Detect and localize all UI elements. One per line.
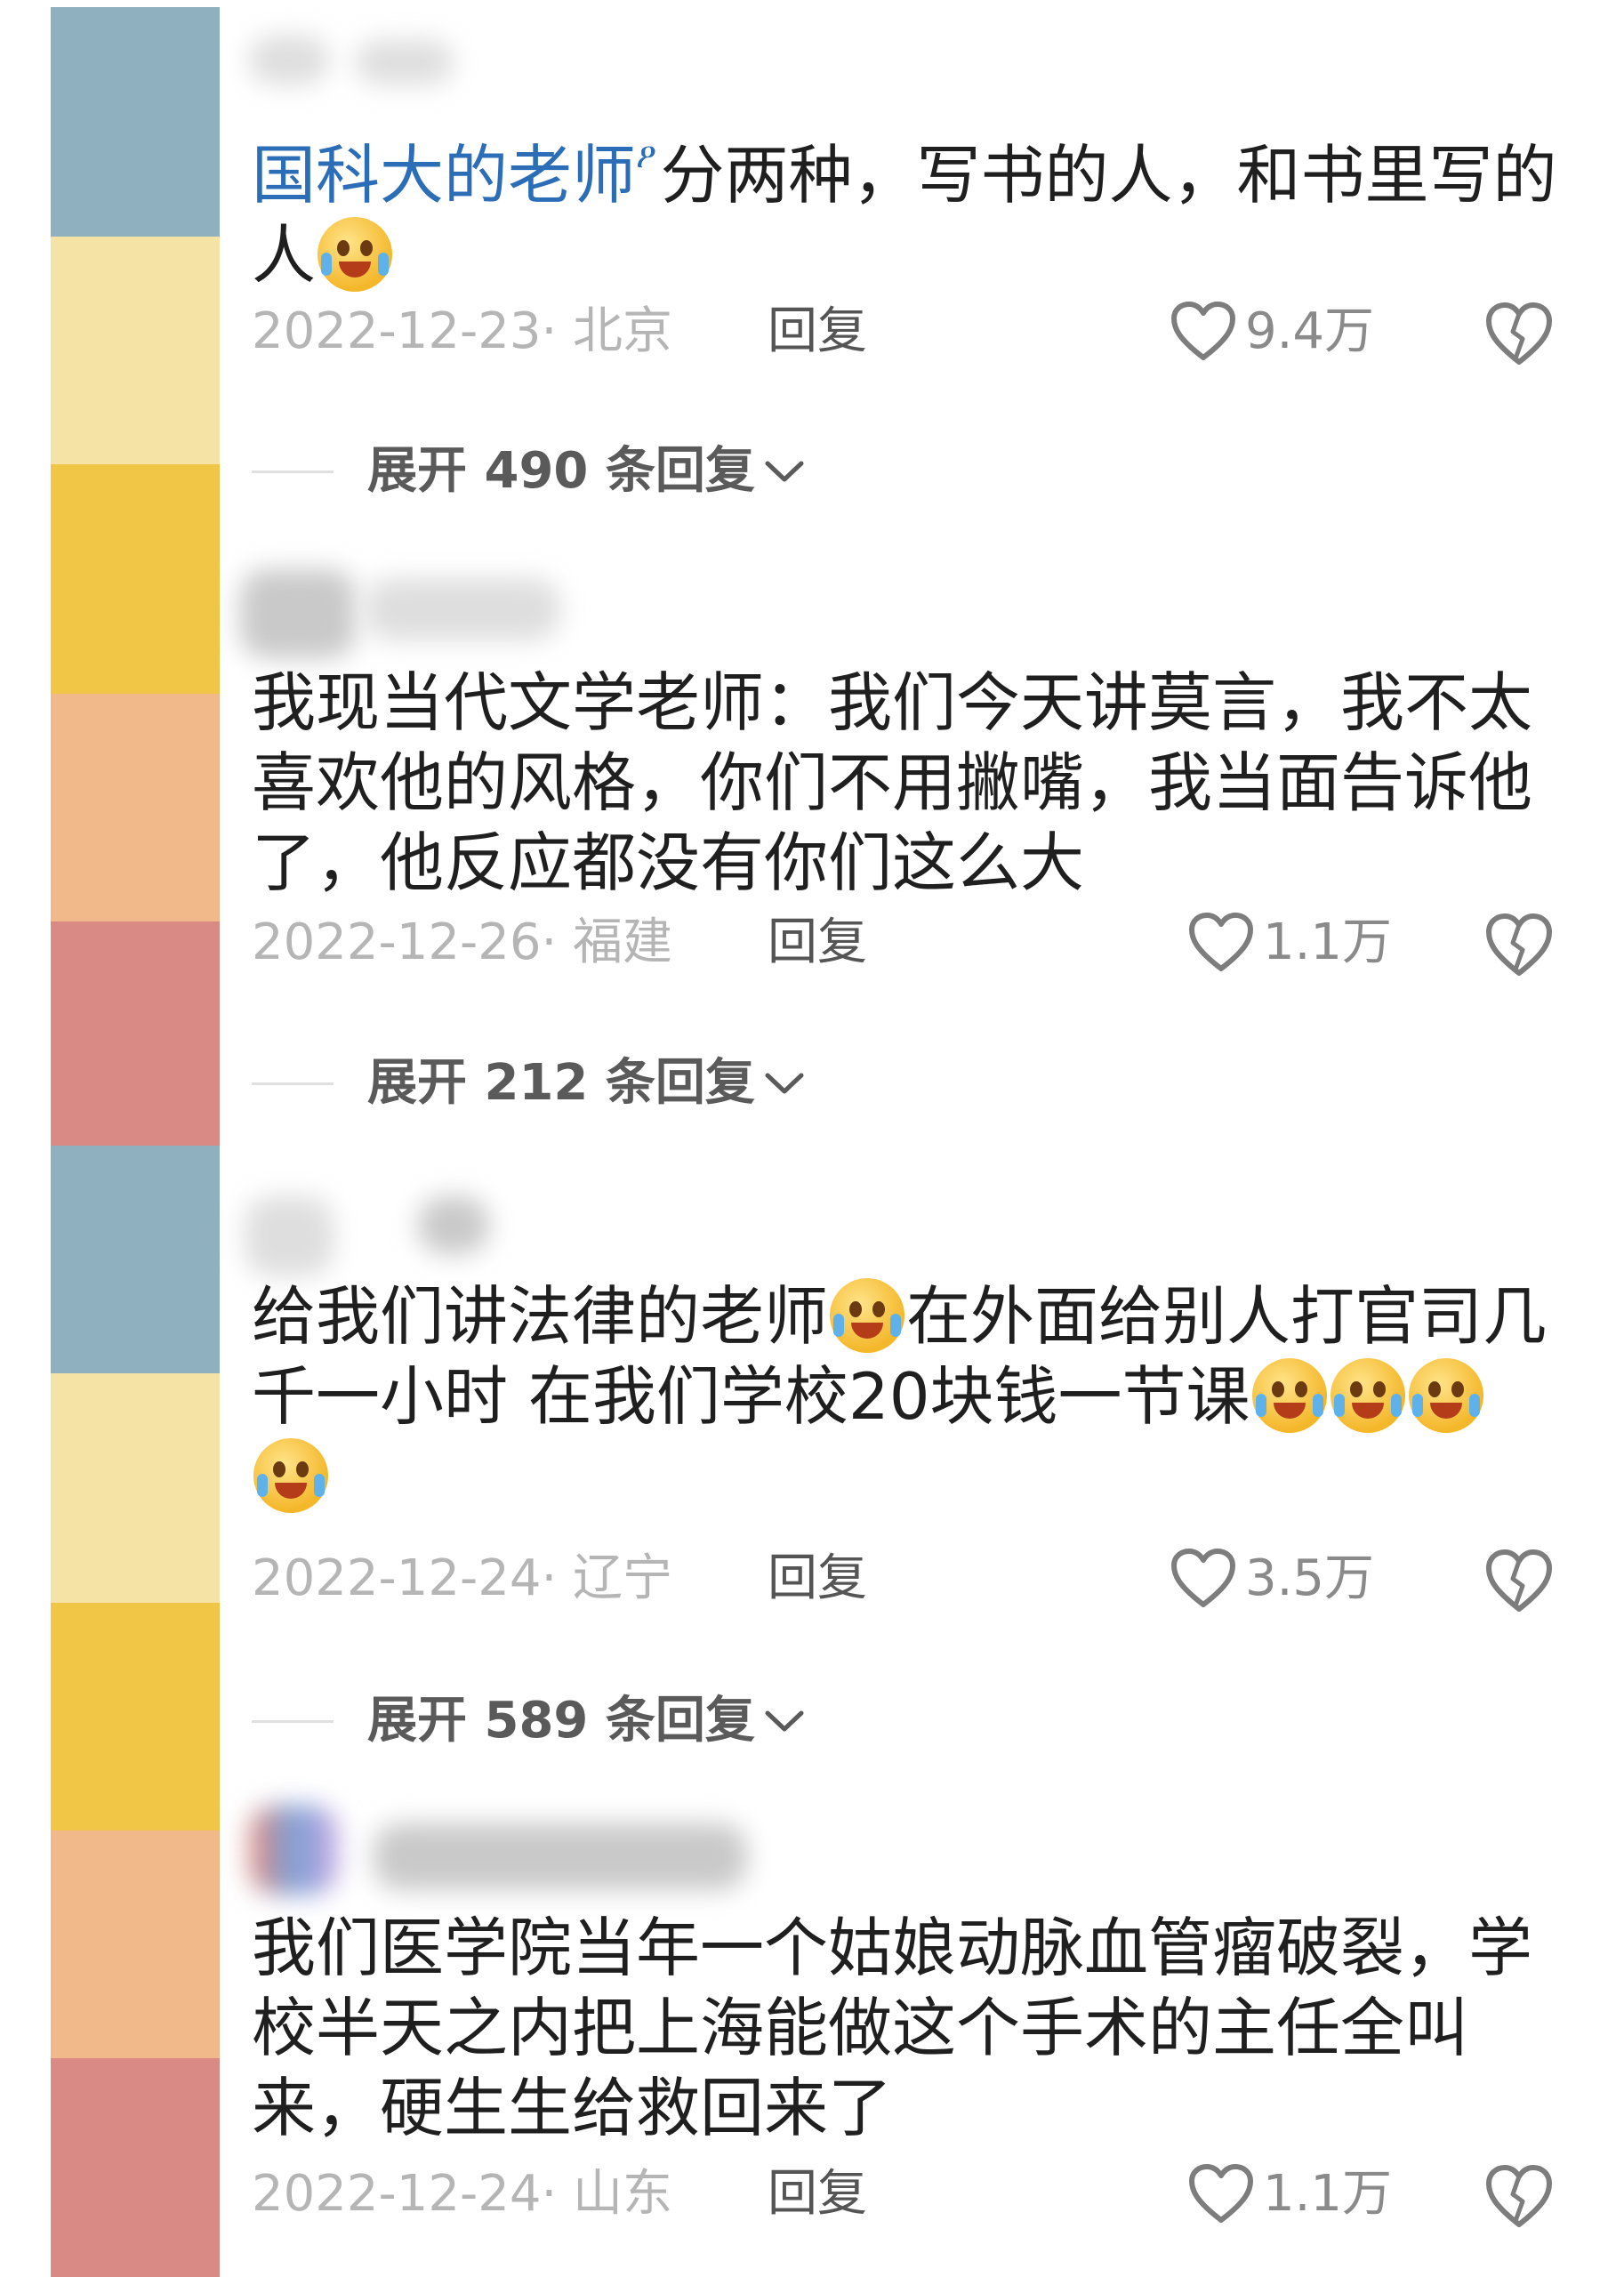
reply-button[interactable]: 回复 (768, 1548, 867, 1610)
strip-block-6 (51, 1146, 220, 1373)
chevron-down-icon (765, 461, 804, 482)
expand-replies-button[interactable]: 展开 490 条回复 (252, 440, 805, 503)
strip-block-10 (51, 2058, 220, 2277)
heart-outline-icon (1189, 2164, 1253, 2223)
loud-crying-emoji (1408, 1358, 1483, 1433)
heart-outline-icon (1189, 913, 1253, 971)
broken-heart-icon[interactable] (1483, 1545, 1555, 1616)
reply-button[interactable]: 回复 (768, 912, 867, 974)
reply-button[interactable]: 回复 (768, 301, 867, 363)
like-count: 1.1万 (1263, 913, 1393, 971)
like-button[interactable]: 1.1万 (1188, 2163, 1392, 2225)
comment-meta: 2022-12-24· 辽宁 (252, 1549, 673, 1607)
tears-of-joy-emoji (318, 217, 393, 292)
search-link[interactable]: 国科大的老师 (252, 138, 636, 213)
blurred-avatar (240, 569, 356, 658)
loud-crying-emoji (830, 1278, 905, 1353)
divider (252, 470, 334, 473)
like-count: 1.1万 (1263, 2165, 1393, 2223)
broken-heart-icon[interactable] (1483, 2160, 1555, 2232)
heart-outline-icon (1171, 302, 1235, 360)
comment-meta: 2022-12-24· 山东 (252, 2165, 673, 2223)
blurred-username (374, 1823, 747, 1890)
comment-text: 给我们讲法律的老师 在外面给别人打官司几 千一小时 在我们学校20块钱一节课 (252, 1276, 1586, 1517)
strip-block-8 (51, 1603, 220, 1830)
blurred-username (356, 40, 454, 84)
strip-block-4 (51, 694, 220, 921)
like-count: 3.5万 (1245, 1549, 1375, 1607)
blurred-username (249, 36, 329, 84)
comment-text: 国科大的老师ዖ分两种，写书的人，和书里写的 人 (252, 135, 1557, 293)
comment-meta: 2022-12-26· 福建 (252, 913, 673, 971)
comment-text: 我现当代文学老师：我们今天讲莫言，我不太 喜欢他的风格，你们不用撇嘴，我当面告诉… (252, 665, 1533, 900)
chevron-down-icon (765, 1710, 804, 1732)
broken-heart-icon[interactable] (1483, 909, 1555, 980)
blurred-username (418, 1196, 489, 1254)
color-strip (51, 0, 220, 2277)
loud-crying-emoji (253, 1438, 328, 1513)
strip-block-3 (51, 464, 220, 694)
strip-block-9 (51, 1830, 220, 2058)
loud-crying-emoji (1251, 1358, 1327, 1433)
like-button[interactable]: 9.4万 (1170, 301, 1374, 363)
loud-crying-emoji (1330, 1358, 1405, 1433)
divider (252, 1082, 334, 1085)
strip-block-5 (51, 921, 220, 1146)
like-button[interactable]: 3.5万 (1170, 1548, 1374, 1610)
reply-button[interactable]: 回复 (768, 2163, 867, 2225)
blurred-avatar (249, 1806, 338, 1895)
strip-block-2 (51, 237, 220, 464)
comment-text: 我们医学院当年一个姑娘动脉血管瘤破裂，学 校半天之内把上海能做这个手术的主任全叫… (252, 1911, 1533, 2145)
like-button[interactable]: 1.1万 (1188, 912, 1392, 974)
blurred-username (365, 578, 560, 640)
heart-outline-icon (1171, 1549, 1235, 1607)
broken-heart-icon[interactable] (1483, 298, 1555, 369)
search-icon[interactable]: ዖ (636, 135, 657, 176)
expand-replies-button[interactable]: 展开 212 条回复 (252, 1052, 805, 1114)
strip-block-1 (51, 7, 220, 237)
strip-block-7 (51, 1373, 220, 1603)
divider (252, 1719, 334, 1723)
chevron-down-icon (765, 1073, 804, 1094)
like-count: 9.4万 (1245, 302, 1375, 360)
comment-meta: 2022-12-23· 北京 (252, 302, 673, 360)
expand-replies-button[interactable]: 展开 589 条回复 (252, 1690, 805, 1752)
blurred-avatar (245, 1196, 334, 1276)
